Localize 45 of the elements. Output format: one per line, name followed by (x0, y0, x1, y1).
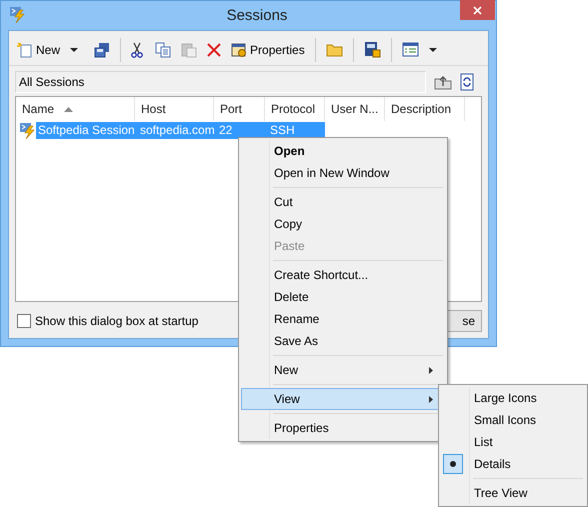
folder-icon (326, 42, 343, 56)
menu-item[interactable]: Open in New Window (241, 162, 445, 184)
terminal-lock-icon (364, 41, 381, 58)
column-header[interactable]: Name (16, 97, 135, 121)
new-document-icon (17, 42, 33, 58)
column-header[interactable]: Host (135, 97, 214, 121)
checkbox-label: Show this dialog box at startup (35, 314, 198, 328)
menu-item[interactable]: Create Shortcut... (241, 264, 445, 286)
paste-icon (181, 42, 198, 58)
menu-item[interactable]: Delete (241, 286, 445, 308)
column-header[interactable]: User N... (325, 97, 385, 121)
column-header[interactable]: Description (385, 97, 465, 121)
session-icon (19, 122, 36, 138)
floppy-disks-icon (94, 42, 110, 58)
menu-item[interactable]: Open (241, 140, 445, 162)
copy-icon (155, 42, 172, 58)
properties-button[interactable]: Properties (227, 38, 309, 62)
window-title: Sessions (226, 7, 288, 24)
close-icon (473, 6, 482, 14)
menu-item[interactable]: New (241, 359, 445, 381)
refresh-icon[interactable] (460, 73, 474, 91)
menu-item[interactable]: Copy (241, 213, 445, 235)
delete-icon (207, 42, 222, 56)
submenu-arrow-icon (429, 366, 433, 374)
menu-item[interactable]: Save As (241, 330, 445, 352)
menu-item[interactable]: Cut (241, 191, 445, 213)
up-folder-icon[interactable] (434, 74, 452, 90)
properties-window-icon (231, 42, 248, 58)
menu-item[interactable]: Details (441, 453, 585, 475)
menu-item[interactable]: Tree View (441, 482, 585, 504)
scissors-icon (131, 42, 144, 58)
checkbox[interactable] (17, 314, 31, 328)
details-view-icon (402, 42, 419, 57)
new-button[interactable]: New (13, 38, 64, 62)
caret-icon (428, 48, 437, 52)
sort-arrow-icon (64, 106, 74, 112)
menu-item[interactable]: List (441, 431, 585, 453)
address-field[interactable]: All Sessions (15, 71, 426, 93)
column-header[interactable]: Port (214, 97, 265, 121)
app-icon (9, 6, 26, 23)
menu-item[interactable]: Small Icons (441, 409, 585, 431)
close-window-button[interactable] (460, 0, 495, 20)
caret-icon (70, 48, 78, 52)
submenu-arrow-icon (429, 396, 433, 402)
column-header[interactable]: Protocol (265, 97, 325, 121)
